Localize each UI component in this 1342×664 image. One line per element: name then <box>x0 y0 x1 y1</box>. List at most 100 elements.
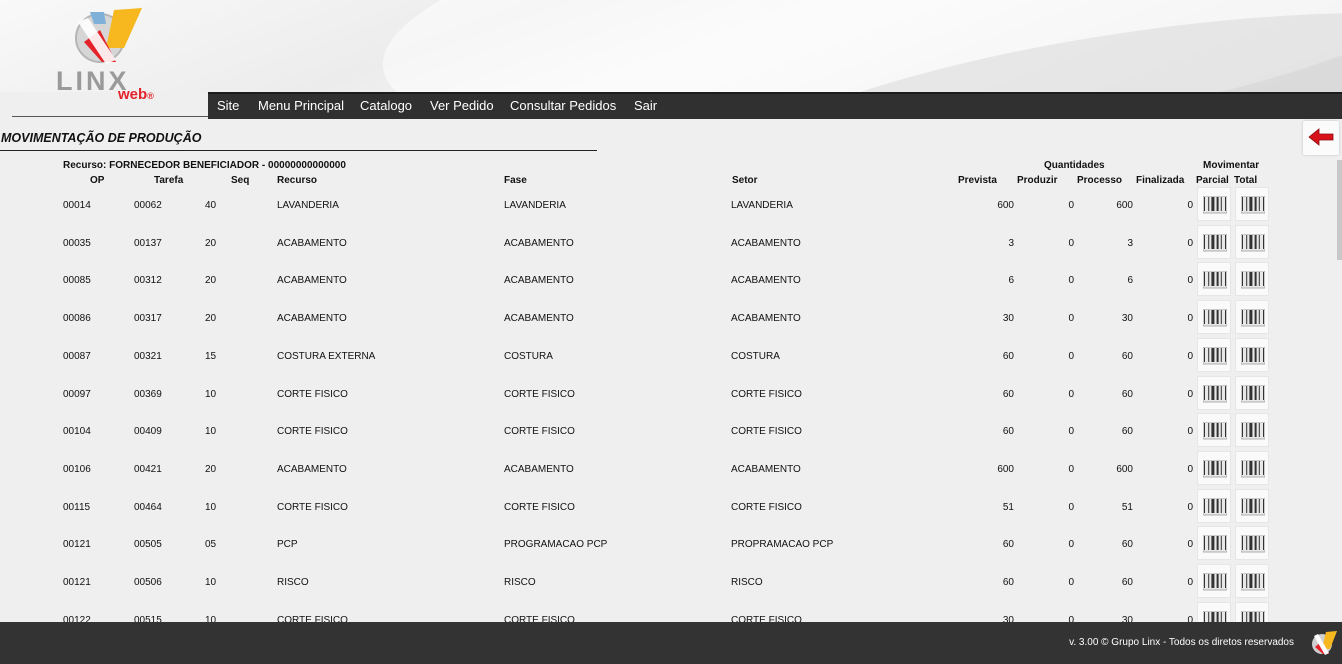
barcode-icon <box>1241 196 1265 214</box>
cell-fase: ACABAMENTO <box>504 238 574 249</box>
col-produzir: Produzir <box>1017 175 1058 186</box>
cell-tarefa: 00321 <box>134 351 162 362</box>
cell-produzir: 0 <box>1068 577 1074 588</box>
col-fase: Fase <box>504 175 527 186</box>
cell-prevista: 600 <box>997 200 1014 211</box>
cell-recurso: CORTE FISICO <box>277 502 348 513</box>
cell-prevista: 3 <box>1008 238 1014 249</box>
barcode-icon <box>1203 347 1227 365</box>
parcial-barcode-button[interactable] <box>1197 338 1231 372</box>
cell-setor: PROPRAMACAO PCP <box>731 539 834 550</box>
cell-setor: ACABAMENTO <box>731 464 801 475</box>
col-setor: Setor <box>732 175 758 186</box>
cell-recurso: RISCO <box>277 577 309 588</box>
nav-item-ver-pedido[interactable]: Ver Pedido <box>430 98 494 113</box>
parcial-barcode-button[interactable] <box>1197 451 1231 485</box>
cell-setor: CORTE FISICO <box>731 389 802 400</box>
cell-processo: 60 <box>1121 577 1133 588</box>
cell-op: 00104 <box>63 426 91 437</box>
cell-op: 00085 <box>63 275 91 286</box>
total-barcode-button[interactable] <box>1235 413 1269 447</box>
title-divider <box>0 150 597 151</box>
total-barcode-button[interactable] <box>1235 262 1269 296</box>
cell-processo: 6 <box>1127 275 1133 286</box>
cell-produzir: 0 <box>1068 200 1074 211</box>
barcode-icon <box>1203 611 1227 622</box>
cell-fase: ACABAMENTO <box>504 464 574 475</box>
col-processo: Processo <box>1077 175 1123 186</box>
cell-fase: CORTE FISICO <box>504 615 575 622</box>
total-barcode-button[interactable] <box>1235 564 1269 598</box>
cell-seq: 20 <box>205 238 217 249</box>
cell-finalizada: 0 <box>1187 200 1193 211</box>
cell-op: 00106 <box>63 464 91 475</box>
red-arrow-left-icon <box>1308 128 1334 146</box>
barcode-icon <box>1203 460 1227 478</box>
cell-fase: ACABAMENTO <box>504 275 574 286</box>
total-barcode-button[interactable] <box>1235 376 1269 410</box>
parcial-barcode-button[interactable] <box>1197 300 1231 334</box>
cell-processo: 60 <box>1121 539 1133 550</box>
nav-item-site[interactable]: Site <box>217 98 239 113</box>
cell-op: 00086 <box>63 313 91 324</box>
main-nav: Site Menu Principal Catalogo Ver Pedido … <box>208 92 1342 119</box>
cell-finalizada: 0 <box>1187 313 1193 324</box>
barcode-icon <box>1241 460 1265 478</box>
back-button[interactable] <box>1303 121 1339 155</box>
parcial-barcode-button[interactable] <box>1197 489 1231 523</box>
cell-recurso: CORTE FISICO <box>277 389 348 400</box>
cell-setor: LAVANDERIA <box>731 200 793 211</box>
cell-finalizada: 0 <box>1187 275 1193 286</box>
cell-finalizada: 0 <box>1187 389 1193 400</box>
cell-recurso: ACABAMENTO <box>277 464 347 475</box>
parcial-barcode-button[interactable] <box>1197 262 1231 296</box>
cell-finalizada: 0 <box>1187 426 1193 437</box>
cell-tarefa: 00317 <box>134 313 162 324</box>
cell-recurso: COSTURA EXTERNA <box>277 351 376 362</box>
parcial-barcode-button[interactable] <box>1197 376 1231 410</box>
cell-tarefa: 00421 <box>134 464 162 475</box>
nav-item-menu-principal[interactable]: Menu Principal <box>258 98 344 113</box>
cell-prevista: 6 <box>1008 275 1014 286</box>
total-barcode-button[interactable] <box>1235 489 1269 523</box>
cell-recurso: ACABAMENTO <box>277 275 347 286</box>
total-barcode-button[interactable] <box>1235 300 1269 334</box>
total-barcode-button[interactable] <box>1235 187 1269 221</box>
cell-tarefa: 00506 <box>134 577 162 588</box>
resource-label: Recurso: FORNECEDOR BENEFICIADOR - 00000… <box>63 160 346 171</box>
parcial-barcode-button[interactable] <box>1197 564 1231 598</box>
parcial-barcode-button[interactable] <box>1197 413 1231 447</box>
barcode-icon <box>1241 234 1265 252</box>
group-quantidades: Quantidades <box>1044 160 1105 171</box>
total-barcode-button[interactable] <box>1235 602 1269 622</box>
nav-item-sair[interactable]: Sair <box>634 98 657 113</box>
cell-finalizada: 0 <box>1187 577 1193 588</box>
total-barcode-button[interactable] <box>1235 225 1269 259</box>
parcial-barcode-button[interactable] <box>1197 602 1231 622</box>
cell-recurso: CORTE FISICO <box>277 426 348 437</box>
barcode-icon <box>1203 385 1227 403</box>
parcial-barcode-button[interactable] <box>1197 187 1231 221</box>
barcode-icon <box>1241 347 1265 365</box>
total-barcode-button[interactable] <box>1235 526 1269 560</box>
cell-processo: 600 <box>1116 200 1133 211</box>
parcial-barcode-button[interactable] <box>1197 526 1231 560</box>
cell-op: 00097 <box>63 389 91 400</box>
cell-op: 00121 <box>63 539 91 550</box>
cell-finalizada: 0 <box>1187 539 1193 550</box>
barcode-icon <box>1203 234 1227 252</box>
total-barcode-button[interactable] <box>1235 338 1269 372</box>
cell-produzir: 0 <box>1068 464 1074 475</box>
barcode-icon <box>1241 385 1265 403</box>
cell-setor: CORTE FISICO <box>731 502 802 513</box>
total-barcode-button[interactable] <box>1235 451 1269 485</box>
cell-produzir: 0 <box>1068 238 1074 249</box>
parcial-barcode-button[interactable] <box>1197 225 1231 259</box>
nav-item-catalogo[interactable]: Catalogo <box>360 98 412 113</box>
cell-setor: CORTE FISICO <box>731 615 802 622</box>
cell-op: 00121 <box>63 577 91 588</box>
cell-fase: CORTE FISICO <box>504 426 575 437</box>
page-footer: v. 3.00 © Grupo Linx - Todos os diretos … <box>0 622 1342 664</box>
nav-item-consultar-pedidos[interactable]: Consultar Pedidos <box>510 98 616 113</box>
col-total: Total <box>1234 175 1258 186</box>
